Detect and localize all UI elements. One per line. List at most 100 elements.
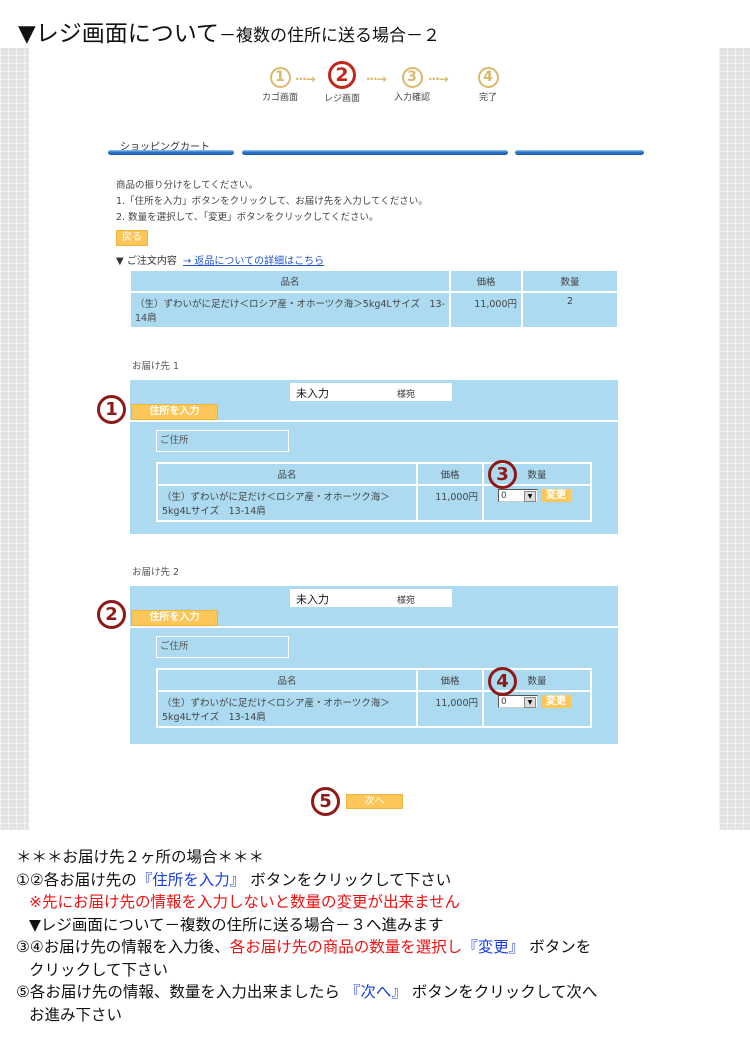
- page-title-sub: －複数の住所に送る場合－２: [219, 26, 440, 46]
- step-label: 入力確認: [393, 93, 430, 103]
- step-label: レジ画面: [323, 94, 360, 104]
- returns-details-link[interactable]: → 返品についての詳細はこちら: [183, 256, 324, 267]
- step-arrow-icon: ···→: [428, 72, 449, 86]
- note-line: お進み下さい: [29, 1005, 123, 1024]
- next-button[interactable]: 次へ: [346, 794, 403, 809]
- instruction-line: 1.「住所を入力」ボタンをクリックして、お届け先を入力してください。: [116, 196, 428, 207]
- quantity-select[interactable]: 0 ▼: [498, 695, 538, 708]
- column-header-qty: 数量: [521, 269, 619, 293]
- note-highlight: 『住所を入力』: [136, 870, 246, 889]
- table-row: （生）ずわいがに足だけ＜ロシア産・オホーツク海＞5kg4Lサイズ 13-14肩 …: [156, 690, 592, 728]
- note-text: ③④お届け先の情報を入力後、: [16, 938, 230, 956]
- step-2-icon: 2: [328, 61, 356, 89]
- column-header-price: 価格: [416, 462, 484, 486]
- destination-2-header: 未入力 様宛 住所を入力: [130, 586, 618, 626]
- checkout-progress: 1 カゴ画面 ···→ 2 レジ画面 ···→ 3 入力確認 ···→ 4 完了: [262, 61, 502, 116]
- marker-5-icon: 5: [311, 787, 340, 816]
- qty-header-label: 数量: [527, 470, 547, 481]
- marker-3-icon: 3: [488, 460, 517, 489]
- note-line: クリックして下さい: [29, 960, 169, 979]
- recipient-honorific: 様宛: [397, 390, 416, 400]
- notes-heading: ＊＊＊お届け先２ヶ所の場合＊＊＊: [16, 848, 265, 866]
- explanation-notes: ＊＊＊お届け先２ヶ所の場合＊＊＊ ①②各お届け先の『住所を入力』 ボタンをクリッ…: [16, 846, 597, 1026]
- brush-stroke-decoration: [242, 150, 508, 155]
- step-3-icon: 3: [401, 67, 423, 88]
- destination-1-header: 未入力 様宛 住所を入力: [130, 380, 618, 420]
- note-line: ③④お届け先の情報を入力後、各お届け先の商品の数量を選択し『変更』 ボタンを: [16, 936, 597, 959]
- recipient-honorific: 様宛: [397, 596, 416, 606]
- qty-header-label: 数量: [527, 676, 547, 687]
- order-heading-label: ▼ ご注文内容: [116, 256, 177, 267]
- note-text: ボタンをクリックして次へ: [411, 983, 598, 1001]
- right-pattern-panel: [719, 48, 750, 830]
- instructions: 商品の振り分けをしてください。 1.「住所を入力」ボタンをクリックして、お届け先…: [116, 178, 428, 226]
- table-header-row: 品名 価格 数量: [156, 668, 592, 692]
- address-box: ご住所: [156, 430, 289, 452]
- chevron-down-icon[interactable]: ▼: [524, 697, 536, 708]
- note-highlight: 『変更』: [462, 938, 525, 956]
- item-name: （生）ずわいがに足だけ＜ロシア産・オホーツク海＞5kg4Lサイズ 13-14肩: [129, 291, 451, 329]
- destination-2-items-table: 品名 価格 数量 （生）ずわいがに足だけ＜ロシア産・オホーツク海＞5kg4Lサイ…: [156, 668, 592, 728]
- table-header-row: 品名 価格 数量: [156, 462, 592, 486]
- destination-1-body: ご住所 品名 価格 数量 （生）ずわいがに足だけ＜ロシア産・オホーツク海＞5kg…: [130, 422, 618, 534]
- recipient-name-box: 未入力 様宛: [290, 589, 452, 607]
- left-pattern-panel: [0, 48, 29, 830]
- enter-address-button[interactable]: 住所を入力: [131, 404, 218, 420]
- page-title-main: ▼レジ画面について: [18, 21, 219, 47]
- item-price: 11,000円: [416, 690, 484, 728]
- note-line: ⑤各お届け先の情報、数量を入力出来ましたら 『次へ』 ボタンをクリックして次へ: [16, 981, 597, 1004]
- address-box: ご住所: [156, 636, 289, 658]
- recipient-name-status: 未入力: [296, 593, 329, 606]
- brush-stroke-decoration: [515, 150, 644, 155]
- item-name: （生）ずわいがに足だけ＜ロシア産・オホーツク海＞5kg4Lサイズ 13-14肩: [156, 690, 418, 728]
- instruction-line: 商品の振り分けをしてください。: [116, 180, 258, 191]
- note-warning: 各お届け先の商品の数量を選択し: [229, 938, 463, 956]
- note-line: ①②各お届け先の『住所を入力』 ボタンをクリックして下さい: [16, 869, 597, 892]
- recipient-name-status: 未入力: [296, 387, 329, 400]
- chevron-down-icon[interactable]: ▼: [524, 491, 536, 502]
- marker-1-icon: 1: [97, 395, 126, 424]
- quantity-value: 0: [501, 697, 507, 707]
- step-4-icon: 4: [477, 67, 499, 88]
- order-table: 品名 価格 数量 （生）ずわいがに足だけ＜ロシア産・オホーツク海＞5kg4Lサイ…: [129, 269, 619, 329]
- table-row: （生）ずわいがに足だけ＜ロシア産・オホーツク海＞5kg4Lサイズ 13-14肩 …: [156, 484, 592, 522]
- change-button[interactable]: 変更: [541, 489, 571, 502]
- destination-2-label: お届け先 2: [132, 567, 180, 578]
- column-header-name: 品名: [156, 668, 418, 692]
- instruction-line: 2. 数量を選択して、「変更」ボタンをクリックしてください。: [116, 212, 379, 223]
- note-line: ▼レジ画面について－複数の住所に送る場合－３へ進みます: [29, 915, 444, 934]
- column-header-price: 価格: [449, 269, 523, 293]
- note-text: ボタンを: [529, 938, 592, 956]
- qty-cell: 0 ▼ 変更: [482, 484, 592, 522]
- item-price: 11,000円: [449, 291, 523, 329]
- quantity-select[interactable]: 0 ▼: [498, 489, 538, 502]
- item-price: 11,000円: [416, 484, 484, 522]
- table-header-row: 品名 価格 数量: [129, 269, 619, 293]
- note-text: ①②各お届け先の: [16, 870, 137, 889]
- order-contents-heading: ▼ ご注文内容 → 返品についての詳細はこちら: [116, 252, 324, 267]
- step-1-icon: 1: [269, 67, 291, 88]
- recipient-name-box: 未入力 様宛: [290, 383, 452, 401]
- item-qty: 2: [521, 291, 619, 329]
- page-title: ▼レジ画面について－複数の住所に送る場合－２: [18, 14, 440, 48]
- marker-2-icon: 2: [97, 600, 126, 629]
- enter-address-button[interactable]: 住所を入力: [131, 610, 218, 626]
- destination-1-items-table: 品名 価格 数量 （生）ずわいがに足だけ＜ロシア産・オホーツク海＞5kg4Lサイ…: [156, 462, 592, 522]
- note-highlight: 『次へ』: [344, 983, 407, 1001]
- brush-stroke-decoration: [108, 150, 234, 155]
- quantity-value: 0: [501, 491, 507, 501]
- step-register: 2 レジ画面: [312, 61, 372, 104]
- change-button[interactable]: 変更: [541, 695, 571, 708]
- column-header-name: 品名: [156, 462, 418, 486]
- step-label: 完了: [478, 93, 497, 103]
- note-warning: ※先にお届け先の情報を入力しないと数量の変更が出来ません: [29, 893, 461, 911]
- back-button[interactable]: 戻る: [116, 230, 148, 246]
- step-label: カゴ画面: [261, 93, 298, 103]
- destination-1-label: お届け先 1: [132, 361, 180, 372]
- marker-4-icon: 4: [488, 667, 517, 696]
- column-header-price: 価格: [416, 668, 484, 692]
- step-complete: 4 完了: [458, 66, 518, 103]
- qty-cell: 0 ▼ 変更: [482, 690, 592, 728]
- table-row: （生）ずわいがに足だけ＜ロシア産・オホーツク海＞5kg4Lサイズ 13-14肩 …: [129, 291, 619, 329]
- note-text: ⑤各お届け先の情報、数量を入力出来ましたら: [16, 983, 340, 1001]
